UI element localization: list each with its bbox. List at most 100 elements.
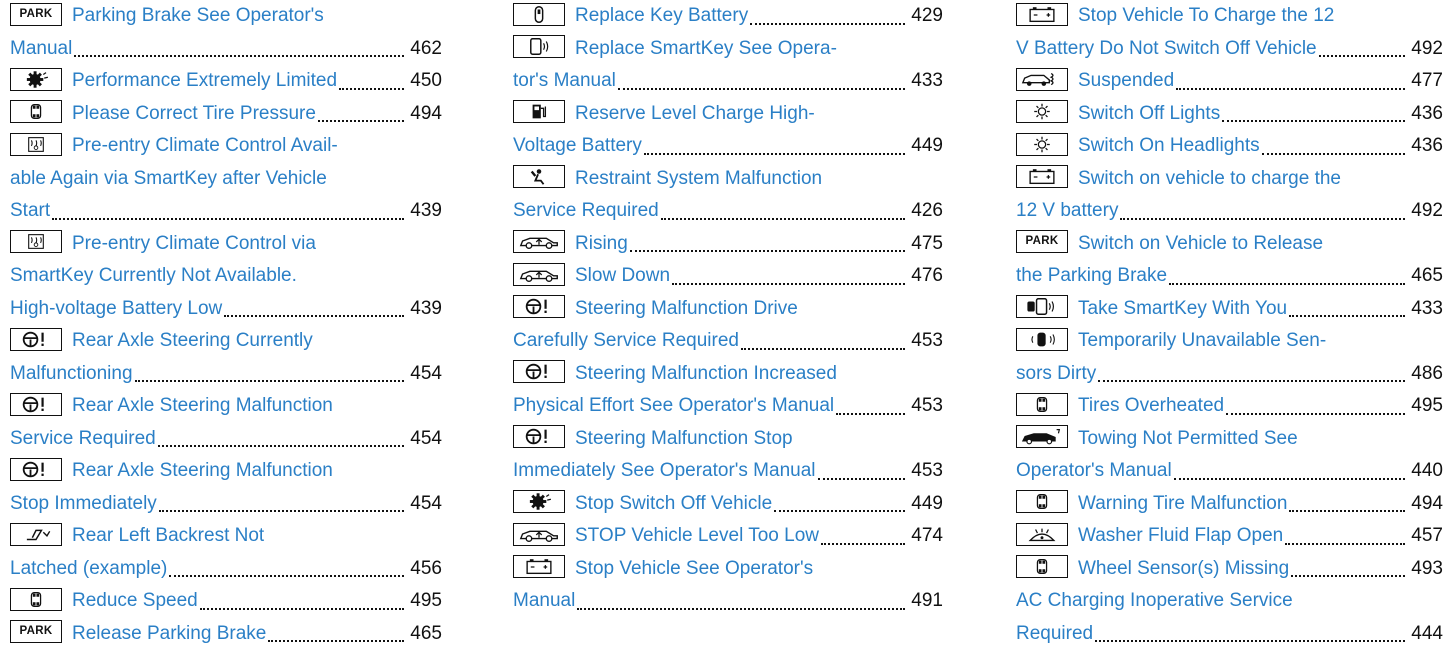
page-number[interactable]: 476	[907, 260, 943, 293]
index-line: 12 V battery 492	[1016, 195, 1443, 228]
entry-text[interactable]: Tires Overheated	[1078, 395, 1224, 416]
page-number[interactable]: 449	[907, 487, 943, 520]
entry-text[interactable]: Slow Down	[575, 265, 670, 286]
entry-text[interactable]: V Battery Do Not Switch Off Vehicle	[1016, 38, 1317, 59]
entry-text[interactable]: Steering Malfunction Increased	[575, 363, 837, 384]
page-number[interactable]: 456	[406, 552, 442, 585]
page-number[interactable]: 495	[1407, 390, 1443, 423]
page-number[interactable]: 477	[1407, 65, 1443, 98]
entry-text[interactable]: Physical Effort See Operator's Manual	[513, 395, 834, 416]
entry-text[interactable]: able Again via SmartKey after Vehicle	[10, 168, 327, 189]
entry-text[interactable]: Manual	[513, 590, 575, 611]
entry-text[interactable]: Voltage Battery	[513, 135, 642, 156]
page-number[interactable]: 433	[907, 65, 943, 98]
page-number[interactable]: 465	[1407, 260, 1443, 293]
page-number[interactable]: 454	[406, 357, 442, 390]
entry-text[interactable]: Towing Not Permitted See	[1078, 428, 1298, 449]
entry-text[interactable]: Steering Malfunction Drive	[575, 298, 798, 319]
entry-text[interactable]: the Parking Brake	[1016, 265, 1167, 286]
entry-text[interactable]: Pre-entry Climate Control via	[72, 233, 316, 254]
page-number[interactable]: 492	[1407, 195, 1443, 228]
page-number[interactable]: 494	[1407, 487, 1443, 520]
entry-text[interactable]: Please Correct Tire Pressure	[72, 103, 316, 124]
entry-text[interactable]: Replace Key Battery	[575, 5, 748, 26]
entry-text[interactable]: Immediately See Operator's Manual	[513, 460, 816, 481]
entry-text[interactable]: SmartKey Currently Not Available.	[10, 265, 297, 286]
index-line: SmartKey Currently Not Available.	[10, 260, 442, 293]
entry-text[interactable]: Steering Malfunction Stop	[575, 428, 793, 449]
page-number[interactable]: 494	[406, 97, 442, 130]
entry-text[interactable]: tor's Manual	[513, 70, 616, 91]
page-number[interactable]: 433	[1407, 292, 1443, 325]
index-column-1: PARK Parking Brake See Operator's Manual 46…	[10, 0, 442, 650]
entry-text[interactable]: Manual	[10, 38, 72, 59]
entry-text[interactable]: Replace SmartKey See Opera-	[575, 38, 837, 59]
page-number[interactable]: 426	[907, 195, 943, 228]
page-number[interactable]: 440	[1407, 455, 1443, 488]
page-number[interactable]: 492	[1407, 32, 1443, 65]
entry-text[interactable]: Stop Switch Off Vehicle	[575, 493, 772, 514]
entry-text[interactable]: Stop Immediately	[10, 493, 157, 514]
entry-text[interactable]: Temporarily Unavailable Sen-	[1078, 330, 1326, 351]
page-number[interactable]: 453	[907, 455, 943, 488]
entry-text[interactable]: Required	[1016, 623, 1093, 644]
page-number[interactable]: 462	[406, 32, 442, 65]
page-number[interactable]: 493	[1407, 552, 1443, 585]
page-number[interactable]: 439	[406, 195, 442, 228]
leader-dots	[1120, 217, 1405, 220]
page-number[interactable]: 454	[406, 487, 442, 520]
page-number[interactable]: 453	[907, 325, 943, 358]
entry-text[interactable]: Take SmartKey With You	[1078, 298, 1287, 319]
entry-text[interactable]: Performance Extremely Limited	[72, 70, 337, 91]
page-number[interactable]: 495	[406, 585, 442, 618]
entry-text[interactable]: AC Charging Inoperative Service	[1016, 590, 1293, 611]
entry-text[interactable]: Restraint System Malfunction	[575, 168, 822, 189]
entry-text[interactable]: Suspended	[1078, 70, 1174, 91]
page-number[interactable]: 474	[907, 520, 943, 553]
page-number[interactable]: 457	[1407, 520, 1443, 553]
page-number[interactable]: 444	[1407, 617, 1443, 650]
entry-text[interactable]: Stop Vehicle See Operator's	[575, 558, 813, 579]
entry-text[interactable]: Parking Brake See Operator's	[72, 5, 324, 26]
entry-text[interactable]: Switch Off Lights	[1078, 103, 1220, 124]
entry-text[interactable]: Reserve Level Charge High-	[575, 103, 815, 124]
entry-text[interactable]: Wheel Sensor(s) Missing	[1078, 558, 1289, 579]
entry-text[interactable]: Carefully Service Required	[513, 330, 739, 351]
entry-text[interactable]: Washer Fluid Flap Open	[1078, 525, 1283, 546]
entry-text[interactable]: Rear Axle Steering Currently	[72, 330, 313, 351]
entry-text[interactable]: Warning Tire Malfunction	[1078, 493, 1287, 514]
page-number[interactable]: 450	[406, 65, 442, 98]
page-number[interactable]: 436	[1407, 130, 1443, 163]
entry-text[interactable]: sors Dirty	[1016, 363, 1096, 384]
entry-text[interactable]: Switch On Headlights	[1078, 135, 1260, 156]
entry-text[interactable]: High-voltage Battery Low	[10, 298, 222, 319]
entry-text[interactable]: Reduce Speed	[72, 590, 198, 611]
entry-text[interactable]: Switch on Vehicle to Release	[1078, 233, 1323, 254]
entry-text[interactable]: Operator's Manual	[1016, 460, 1172, 481]
entry-text[interactable]: Service Required	[10, 428, 156, 449]
entry-text[interactable]: STOP Vehicle Level Too Low	[575, 525, 819, 546]
entry-text[interactable]: Malfunctioning	[10, 363, 133, 384]
page-number[interactable]: 491	[907, 585, 943, 618]
page-number[interactable]: 465	[406, 617, 442, 650]
entry-text[interactable]: Rear Axle Steering Malfunction	[72, 395, 333, 416]
page-number[interactable]: 429	[907, 0, 943, 33]
entry-text[interactable]: Rising	[575, 233, 628, 254]
page-number[interactable]: 475	[907, 227, 943, 260]
entry-text[interactable]: Rear Axle Steering Malfunction	[72, 460, 333, 481]
page-number[interactable]: 453	[907, 390, 943, 423]
entry-text[interactable]: Start	[10, 200, 50, 221]
page-number[interactable]: 436	[1407, 97, 1443, 130]
page-number[interactable]: 439	[406, 292, 442, 325]
entry-text[interactable]: 12 V battery	[1016, 200, 1118, 221]
entry-text[interactable]: Stop Vehicle To Charge the 12	[1078, 5, 1334, 26]
entry-text[interactable]: Rear Left Backrest Not	[72, 525, 264, 546]
page-number[interactable]: 454	[406, 422, 442, 455]
entry-text[interactable]: Switch on vehicle to charge the	[1078, 168, 1341, 189]
page-number[interactable]: 486	[1407, 357, 1443, 390]
entry-text[interactable]: Latched (example)	[10, 558, 167, 579]
entry-text[interactable]: Release Parking Brake	[72, 623, 266, 644]
page-number[interactable]: 449	[907, 130, 943, 163]
entry-text[interactable]: Service Required	[513, 200, 659, 221]
entry-text[interactable]: Pre-entry Climate Control Avail-	[72, 135, 338, 156]
